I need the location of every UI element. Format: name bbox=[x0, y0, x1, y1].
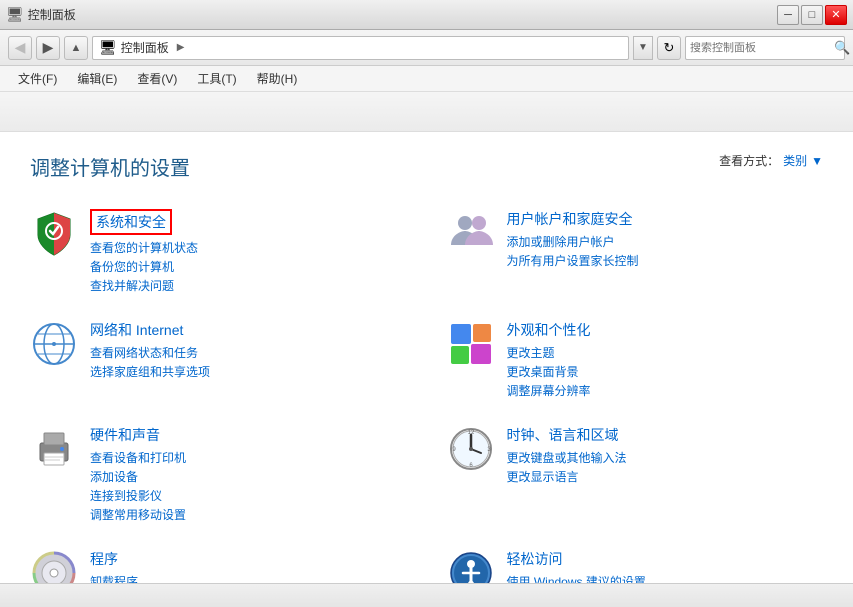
hardware-link-1[interactable]: 添加设备 bbox=[90, 468, 407, 485]
programs-text: 程序 卸载程序 bbox=[90, 549, 407, 583]
category-appearance: 外观和个性化 更改主题 更改桌面背景 调整屏幕分辨率 bbox=[447, 312, 824, 407]
clock-link-0[interactable]: 更改键盘或其他输入法 bbox=[507, 449, 824, 466]
network-links: 查看网络状态和任务 选择家庭组和共享选项 bbox=[90, 344, 407, 380]
view-mode-value[interactable]: 类别 bbox=[783, 152, 807, 169]
appearance-text: 外观和个性化 更改主题 更改桌面背景 调整屏幕分辨率 bbox=[507, 320, 824, 399]
system-security-icon bbox=[30, 209, 78, 257]
address-dropdown[interactable]: ▼ bbox=[633, 36, 653, 60]
title-bar-title: 控制面板 bbox=[28, 6, 76, 23]
minimize-button[interactable]: ─ bbox=[777, 5, 799, 25]
page-title: 调整计算机的设置 bbox=[30, 152, 823, 181]
menu-file[interactable]: 文件(F) bbox=[8, 67, 67, 90]
network-link-1[interactable]: 选择家庭组和共享选项 bbox=[90, 363, 407, 380]
hardware-link-3[interactable]: 调整常用移动设置 bbox=[90, 506, 407, 523]
nav-bar: ◀ ▶ ▲ 🖥 控制面板 ▶ ▼ ↻ 🔍 bbox=[0, 30, 853, 66]
appearance-links: 更改主题 更改桌面背景 调整屏幕分辨率 bbox=[507, 344, 824, 399]
search-bar: 🔍 bbox=[685, 36, 845, 60]
appearance-link-0[interactable]: 更改主题 bbox=[507, 344, 824, 361]
system-security-link-2[interactable]: 查找并解决问题 bbox=[90, 277, 407, 294]
programs-links: 卸载程序 bbox=[90, 573, 407, 583]
accessibility-link-0[interactable]: 使用 Windows 建议的设置 bbox=[507, 573, 824, 583]
accessibility-text: 轻松访问 使用 Windows 建议的设置 优化视频显示 bbox=[507, 549, 824, 583]
network-text: 网络和 Internet 查看网络状态和任务 选择家庭组和共享选项 bbox=[90, 320, 407, 380]
address-arrow: ▶ bbox=[177, 42, 185, 53]
address-text: 控制面板 bbox=[121, 39, 169, 56]
accessibility-icon bbox=[447, 549, 495, 583]
view-mode-label: 查看方式： bbox=[719, 152, 779, 169]
menu-tools[interactable]: 工具(T) bbox=[187, 67, 246, 90]
up-button[interactable]: ▲ bbox=[64, 36, 88, 60]
svg-text:12: 12 bbox=[467, 430, 474, 436]
view-mode-arrow[interactable]: ▼ bbox=[811, 154, 823, 168]
appearance-link-2[interactable]: 调整屏幕分辨率 bbox=[507, 382, 824, 399]
hardware-link-2[interactable]: 连接到投影仪 bbox=[90, 487, 407, 504]
system-security-link-1[interactable]: 备份您的计算机 bbox=[90, 258, 407, 275]
status-bar bbox=[0, 583, 853, 607]
address-icon: 🖥 bbox=[99, 39, 117, 56]
category-network: 网络和 Internet 查看网络状态和任务 选择家庭组和共享选项 bbox=[30, 312, 407, 407]
user-accounts-links: 添加或删除用户帐户 为所有用户设置家长控制 bbox=[507, 233, 824, 269]
clock-title[interactable]: 时钟、语言和区域 bbox=[507, 425, 619, 445]
hardware-link-0[interactable]: 查看设备和打印机 bbox=[90, 449, 407, 466]
category-hardware: 硬件和声音 查看设备和打印机 添加设备 连接到投影仪 调整常用移动设置 bbox=[30, 417, 407, 531]
category-accessibility: 轻松访问 使用 Windows 建议的设置 优化视频显示 bbox=[447, 541, 824, 583]
category-user-accounts: 用户帐户和家庭安全 添加或删除用户帐户 为所有用户设置家长控制 bbox=[447, 201, 824, 302]
appearance-link-1[interactable]: 更改桌面背景 bbox=[507, 363, 824, 380]
programs-title[interactable]: 程序 bbox=[90, 549, 118, 569]
programs-link-0[interactable]: 卸载程序 bbox=[90, 573, 407, 583]
hardware-icon bbox=[30, 425, 78, 473]
category-system-security: 系统和安全 查看您的计算机状态 备份您的计算机 查找并解决问题 bbox=[30, 201, 407, 302]
title-bar-left: 🖥 控制面板 bbox=[6, 6, 76, 23]
view-mode: 查看方式： 类别 ▼ bbox=[719, 152, 823, 169]
appearance-icon bbox=[447, 320, 495, 368]
accessibility-title[interactable]: 轻松访问 bbox=[507, 549, 563, 569]
programs-icon bbox=[30, 549, 78, 583]
accessibility-links: 使用 Windows 建议的设置 优化视频显示 bbox=[507, 573, 824, 583]
menu-bar: 文件(F) 编辑(E) 查看(V) 工具(T) 帮助(H) bbox=[0, 66, 853, 92]
user-accounts-title[interactable]: 用户帐户和家庭安全 bbox=[507, 209, 633, 229]
category-clock: 6 12 3 9 时钟、语言和区域 更改键盘或其他输入法 更改显示语言 bbox=[447, 417, 824, 531]
maximize-button[interactable]: □ bbox=[801, 5, 823, 25]
system-security-title[interactable]: 系统和安全 bbox=[90, 209, 172, 235]
user-accounts-text: 用户帐户和家庭安全 添加或删除用户帐户 为所有用户设置家长控制 bbox=[507, 209, 824, 269]
menu-edit[interactable]: 编辑(E) bbox=[67, 67, 127, 90]
hardware-title[interactable]: 硬件和声音 bbox=[90, 425, 160, 445]
title-bar: 🖥 控制面板 ─ □ ✕ bbox=[0, 0, 853, 30]
menu-help[interactable]: 帮助(H) bbox=[247, 67, 308, 90]
appearance-title[interactable]: 外观和个性化 bbox=[507, 320, 591, 340]
user-accounts-icon bbox=[447, 209, 495, 257]
system-security-text: 系统和安全 查看您的计算机状态 备份您的计算机 查找并解决问题 bbox=[90, 209, 407, 294]
categories-grid: 系统和安全 查看您的计算机状态 备份您的计算机 查找并解决问题 bbox=[30, 201, 823, 583]
system-security-links: 查看您的计算机状态 备份您的计算机 查找并解决问题 bbox=[90, 239, 407, 294]
category-programs: 程序 卸载程序 bbox=[30, 541, 407, 583]
network-title[interactable]: 网络和 Internet bbox=[90, 320, 183, 340]
close-button[interactable]: ✕ bbox=[825, 5, 847, 25]
title-bar-controls: ─ □ ✕ bbox=[777, 5, 847, 25]
clock-text: 时钟、语言和区域 更改键盘或其他输入法 更改显示语言 bbox=[507, 425, 824, 485]
forward-button[interactable]: ▶ bbox=[36, 36, 60, 60]
system-security-link-0[interactable]: 查看您的计算机状态 bbox=[90, 239, 407, 256]
menu-view[interactable]: 查看(V) bbox=[127, 67, 187, 90]
search-input[interactable] bbox=[690, 42, 832, 54]
main-content: 查看方式： 类别 ▼ 调整计算机的设置 系统和安全 查看您的计算机状态 备份您的 bbox=[0, 132, 853, 583]
refresh-button[interactable]: ↻ bbox=[657, 36, 681, 60]
clock-icon: 6 12 3 9 bbox=[447, 425, 495, 473]
window-icon: 🖥 bbox=[6, 6, 24, 23]
address-bar: 🖥 控制面板 ▶ bbox=[92, 36, 629, 60]
network-icon bbox=[30, 320, 78, 368]
clock-link-1[interactable]: 更改显示语言 bbox=[507, 468, 824, 485]
back-button[interactable]: ◀ bbox=[8, 36, 32, 60]
hardware-links: 查看设备和打印机 添加设备 连接到投影仪 调整常用移动设置 bbox=[90, 449, 407, 523]
search-icon: 🔍 bbox=[834, 40, 850, 56]
network-link-0[interactable]: 查看网络状态和任务 bbox=[90, 344, 407, 361]
clock-links: 更改键盘或其他输入法 更改显示语言 bbox=[507, 449, 824, 485]
hardware-text: 硬件和声音 查看设备和打印机 添加设备 连接到投影仪 调整常用移动设置 bbox=[90, 425, 407, 523]
user-accounts-link-0[interactable]: 添加或删除用户帐户 bbox=[507, 233, 824, 250]
toolbar bbox=[0, 92, 853, 132]
user-accounts-link-1[interactable]: 为所有用户设置家长控制 bbox=[507, 252, 824, 269]
